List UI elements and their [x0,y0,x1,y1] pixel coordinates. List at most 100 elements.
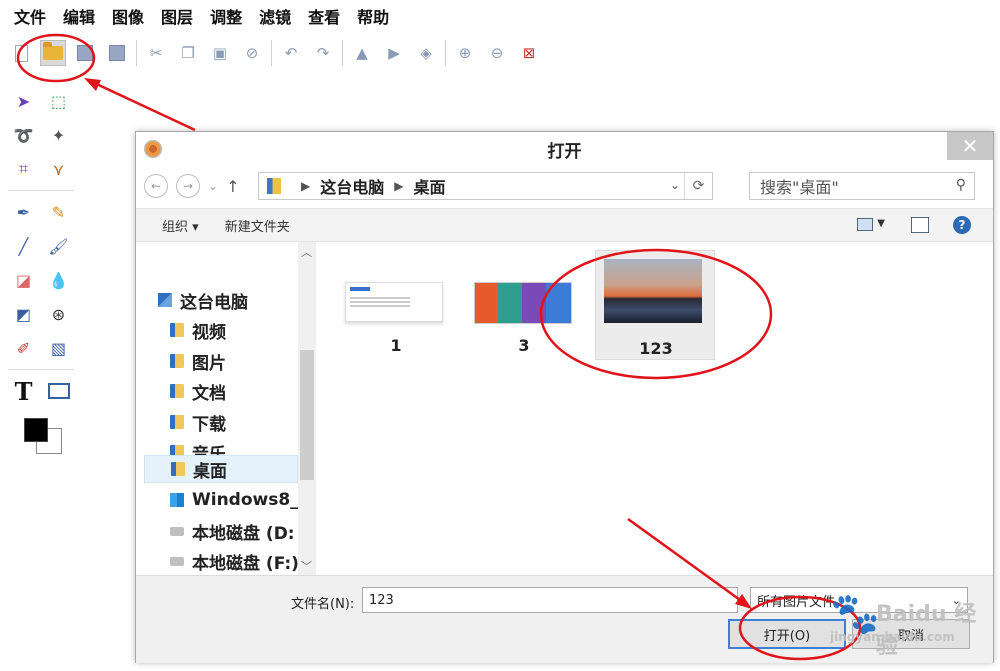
eraser-tool[interactable]: ◪ [10,266,37,294]
address-bar[interactable]: ▶ 这台电脑 ▶ 桌面 ⌄ ⟳ [258,172,713,200]
address-row: ← → ⌄ ↑ ▶ 这台电脑 ▶ 桌面 ⌄ ⟳ 搜索"桌面" ⚲ [136,168,993,204]
breadcrumb-separator-icon: ▶ [394,179,404,193]
text-icon: T [14,376,33,406]
nav-item-pictures[interactable]: 图片 [170,347,316,375]
recolor-tool[interactable]: ✐ [10,334,37,362]
back-button[interactable]: ← [144,174,168,198]
flip-vertical-button[interactable]: ▲ [349,40,375,66]
new-folder-button[interactable]: 新建文件夹 [225,216,290,235]
menu-file[interactable]: 文件 [14,4,46,28]
nav-item-windows-drive[interactable]: Windows8_ [170,486,316,514]
arrow-pointer-icon: ➤ [16,91,31,111]
move-select-tool[interactable]: ➤ [10,87,37,115]
nav-item-this-pc[interactable]: 这台电脑 [158,286,312,314]
rect-select-tool[interactable]: ⬚ [45,87,72,115]
blur-tool[interactable]: 💧 [45,266,72,294]
line-tool[interactable]: ╱ [10,232,37,260]
nav-scrollbar[interactable]: ︿ ﹀ [298,242,316,575]
breadcrumb-desktop[interactable]: 桌面 [413,174,445,198]
clone-tool[interactable]: ⊛ [45,300,72,328]
nav-item-local-disk-f[interactable]: 本地磁盘 (F:) [170,547,316,575]
recolor-icon: ✐ [16,338,31,358]
file-item-1[interactable]: 1 [336,248,456,358]
annotation-arrow [87,78,196,132]
nav-item-documents[interactable]: 文档 [170,377,316,405]
foreground-color[interactable] [24,418,48,442]
delete-button[interactable]: ⊘ [239,40,265,66]
recent-locations-dropdown[interactable]: ⌄ [208,179,218,193]
view-dropdown-icon[interactable]: ▼ [877,218,885,229]
refresh-button[interactable]: ⟳ [684,173,712,199]
brush-tool[interactable]: 🖌 [45,232,72,260]
menu-filter[interactable]: 滤镜 [259,4,291,28]
redo-button[interactable]: ↷ [310,40,336,66]
pictures-folder-icon [170,354,184,368]
up-button[interactable]: ↑ [226,177,239,196]
save-button[interactable] [72,40,98,66]
save-as-button[interactable] [104,40,130,66]
menu-edit[interactable]: 编辑 [63,4,95,28]
open-file-button[interactable] [40,40,66,66]
preview-pane-icon[interactable] [911,217,929,233]
magic-wand-tool[interactable]: ✦ [45,121,72,149]
menu-adjust[interactable]: 调整 [210,4,242,28]
documents-folder-icon [170,384,184,398]
chevron-down-icon[interactable]: ﹀ [301,558,312,574]
undo-button[interactable]: ↶ [278,40,304,66]
command-bar: 组织 ▾ 新建文件夹 ▼ ? [136,208,993,242]
rotate-button[interactable]: ◈ [413,40,439,66]
copy-button[interactable]: ❐ [175,40,201,66]
menu-layer[interactable]: 图层 [161,4,193,28]
file-item-123[interactable]: 123 [595,250,715,360]
flip-horizontal-button[interactable]: ▶ [381,40,407,66]
scroll-thumb[interactable] [300,350,314,480]
menu-help[interactable]: 帮助 [357,4,389,28]
search-box[interactable]: 搜索"桌面" ⚲ [749,172,975,200]
nav-item-videos[interactable]: 视频 [170,316,316,344]
open-button[interactable]: 打开(O) [728,619,846,649]
delete-icon: ⊘ [245,44,259,62]
paste-button[interactable]: ▣ [207,40,233,66]
zoom-in-button[interactable]: ⊕ [452,40,478,66]
freeform-tool[interactable]: ⋎ [45,155,72,183]
lasso-icon: ➰ [13,125,34,145]
color-swatches [20,414,66,456]
address-dropdown-icon[interactable]: ⌄ [670,178,680,192]
nav-label: 桌面 [193,461,227,482]
nav-item-downloads[interactable]: 下载 [170,408,316,436]
new-file-button[interactable] [8,40,34,66]
breadcrumb-this-pc[interactable]: 这台电脑 [320,174,384,198]
zoom-out-button[interactable]: ⊖ [484,40,510,66]
app-icon [144,140,162,158]
eyedropper-tool[interactable]: ✒ [10,198,37,226]
close-button[interactable]: ✕ [947,132,993,160]
menu-view[interactable]: 查看 [308,4,340,28]
file-type-value: 所有图片文件 [757,594,836,610]
fill-tool[interactable]: ◩ [10,300,37,328]
pencil-tool[interactable]: ✎ [45,198,72,226]
change-view-icon[interactable] [857,218,873,231]
nav-label: 这台电脑 [180,292,248,313]
crop-tool[interactable]: ⌗ [10,155,37,183]
organize-label: 组织 [162,219,189,235]
computer-icon [158,293,172,307]
fit-screen-button[interactable]: ⊠ [516,40,542,66]
file-item-3[interactable]: 3 [464,248,584,358]
text-tool[interactable]: T [10,376,37,406]
nav-item-local-disk-d[interactable]: 本地磁盘 (D: [170,517,316,545]
image-tool[interactable]: ▧ [45,334,72,362]
chevron-up-icon[interactable]: ︿ [301,244,312,260]
filename-input[interactable]: 123 [362,587,738,613]
lasso-tool[interactable]: ➰ [10,121,37,149]
rectangle-tool[interactable] [45,377,72,405]
nav-item-desktop[interactable]: 桌面 [144,455,298,483]
menu-image[interactable]: 图像 [112,4,144,28]
organize-menu[interactable]: 组织 ▾ [162,216,199,235]
water-drop-icon: 💧 [48,270,69,290]
paste-icon: ▣ [212,44,228,62]
help-icon[interactable]: ? [953,216,971,234]
cut-button[interactable]: ✂ [143,40,169,66]
search-placeholder: 搜索"桌面" [760,178,839,197]
watermark-domain: jingyan.baidu.com [830,630,955,644]
forward-button[interactable]: → [176,174,200,198]
